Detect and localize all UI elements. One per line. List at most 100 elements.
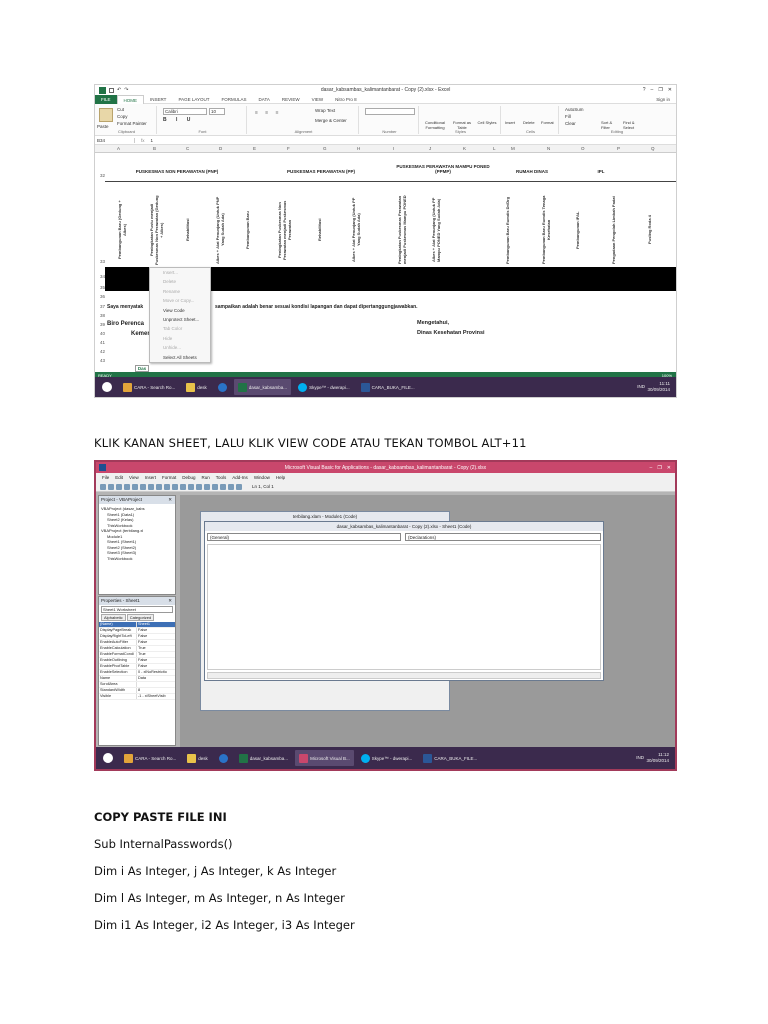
property-value[interactable] <box>137 682 138 687</box>
column-header[interactable]: N <box>547 146 550 151</box>
taskbar-item[interactable] <box>214 379 231 395</box>
tab-review[interactable]: REVIEW <box>276 95 306 104</box>
context-menu-item[interactable]: Unprotect Sheet... <box>150 315 210 324</box>
column-header[interactable]: P <box>617 146 620 151</box>
taskbar-item[interactable]: dasar_kabsamba... <box>235 750 292 766</box>
taskbar-item[interactable]: CARA_BUKA_FILE... <box>357 379 419 395</box>
menu-add-ins[interactable]: Add-Ins <box>232 475 248 480</box>
context-menu-item[interactable]: Select All Sheets <box>150 353 210 362</box>
help-icon[interactable]: ? <box>643 87 646 93</box>
name-box[interactable]: B34 <box>95 137 135 143</box>
row-number[interactable]: 40 <box>95 331 105 336</box>
column-header[interactable]: L <box>493 146 496 151</box>
format-painter-button[interactable]: Format Painter <box>117 121 147 126</box>
property-value[interactable]: False <box>137 634 147 639</box>
tab-formulas[interactable]: FORMULAS <box>216 95 253 104</box>
menu-tools[interactable]: Tools <box>216 475 227 480</box>
row-number[interactable]: 34 <box>95 274 105 279</box>
row-number[interactable]: 37 <box>95 304 105 309</box>
tab-nitro[interactable]: Nitro Pro 8 <box>329 95 363 104</box>
column-header[interactable]: A <box>117 146 120 151</box>
column-header[interactable]: C <box>186 146 189 151</box>
restore-icon[interactable]: ❐ <box>658 87 662 93</box>
tab-file[interactable]: FILE <box>95 94 117 104</box>
sheet-tab[interactable]: Das <box>135 365 149 372</box>
toolbar-button-icon[interactable] <box>180 483 186 490</box>
property-row[interactable]: Visible -1 - xlSheetVisib <box>99 694 175 700</box>
row-number[interactable]: 43 <box>95 358 105 363</box>
property-value[interactable]: True <box>137 646 146 651</box>
close-icon[interactable]: ✕ <box>168 597 172 605</box>
restore-icon[interactable]: ❐ <box>657 465 661 471</box>
taskbar-item[interactable]: desk <box>183 750 212 766</box>
toolbar-button-icon[interactable] <box>204 483 210 490</box>
paste-icon[interactable] <box>99 108 113 122</box>
formula-input[interactable]: 1 <box>151 138 154 143</box>
toolbar-button-icon[interactable] <box>212 483 218 490</box>
tab-view[interactable]: VIEW <box>306 95 330 104</box>
minimize-icon[interactable]: – <box>650 465 653 471</box>
format-cells-button[interactable]: Format <box>541 120 554 125</box>
undo-icon[interactable]: ↶ <box>117 87 121 93</box>
sign-in-link[interactable]: Sign in <box>650 95 676 104</box>
row-number[interactable]: 39 <box>95 322 105 327</box>
font-name-select[interactable]: Calibri <box>163 108 207 115</box>
column-header[interactable]: E <box>253 146 256 151</box>
taskbar-item[interactable] <box>215 750 232 766</box>
row-number[interactable]: 42 <box>95 349 105 354</box>
toolbar-button-icon[interactable] <box>108 483 114 490</box>
menu-run[interactable]: Run <box>202 475 210 480</box>
property-grid[interactable]: (Name) Sheet1 DisplayPageBreak False Display… <box>99 622 175 700</box>
column-header[interactable]: D <box>219 146 222 151</box>
property-value[interactable]: 8 <box>137 688 140 693</box>
property-value[interactable]: True <box>137 652 146 657</box>
language-indicator[interactable]: IND <box>637 384 645 389</box>
toolbar-button-icon[interactable] <box>196 483 202 490</box>
toolbar-button-icon[interactable] <box>132 483 138 490</box>
toolbar-button-icon[interactable] <box>124 483 130 490</box>
close-icon[interactable]: ✕ <box>168 496 172 504</box>
number-format-select[interactable] <box>365 108 415 115</box>
cut-button[interactable]: Cut <box>117 107 124 112</box>
font-size-select[interactable]: 10 <box>209 108 225 115</box>
column-header[interactable]: H <box>357 146 360 151</box>
taskbar-item[interactable]: dasar_kabsamba... <box>233 379 292 395</box>
start-button[interactable] <box>99 750 117 766</box>
fill-button[interactable]: Fill <box>565 114 571 119</box>
menu-debug[interactable]: Debug <box>182 475 195 480</box>
row-number[interactable]: 41 <box>95 340 105 345</box>
sheet-code-window[interactable]: dasar_kabsambas_kalimantanbarat - Copy (… <box>204 521 604 681</box>
tab-categorized[interactable]: Categorized <box>126 614 155 621</box>
menu-view[interactable]: View <box>129 475 139 480</box>
row-number[interactable]: 33 <box>95 259 105 264</box>
tab-insert[interactable]: INSERT <box>144 95 172 104</box>
autosum-button[interactable]: AutoSum <box>565 107 584 112</box>
taskbar-item[interactable]: Microsoft Visual B... <box>295 750 354 766</box>
row-number[interactable]: 32 <box>95 173 105 178</box>
align-icons[interactable]: ≡ ≡ ≡ <box>255 110 282 116</box>
column-header[interactable]: Q <box>651 146 655 151</box>
menu-help[interactable]: Help <box>276 475 285 480</box>
taskbar-item[interactable]: desk <box>182 379 211 395</box>
merge-center-button[interactable]: Merge & Center <box>315 118 347 123</box>
close-icon[interactable]: ✕ <box>668 87 672 93</box>
column-header[interactable]: O <box>581 146 585 151</box>
clear-button[interactable]: Clear <box>565 121 576 126</box>
toolbar-button-icon[interactable] <box>236 483 242 490</box>
menu-window[interactable]: Window <box>254 475 270 480</box>
row-number[interactable]: 35 <box>95 285 105 290</box>
context-menu-item[interactable]: View Code <box>150 306 210 315</box>
toolbar-button-icon[interactable] <box>164 483 170 490</box>
property-value[interactable]: False <box>137 658 147 663</box>
column-header[interactable]: K <box>463 146 466 151</box>
save-icon[interactable] <box>109 87 114 93</box>
insert-cells-button[interactable]: Insert <box>505 120 515 125</box>
menu-insert[interactable]: Insert <box>145 475 156 480</box>
minimize-icon[interactable]: – <box>651 87 654 93</box>
redo-icon[interactable]: ↷ <box>124 87 128 93</box>
taskbar-item[interactable]: CARA - Search Ro... <box>120 750 180 766</box>
property-value[interactable]: 0 - xlNoRestrictio <box>137 670 167 675</box>
cell-styles-button[interactable]: Cell Styles <box>477 120 497 125</box>
language-indicator[interactable]: IND <box>636 755 644 760</box>
toolbar-button-icon[interactable] <box>156 483 162 490</box>
